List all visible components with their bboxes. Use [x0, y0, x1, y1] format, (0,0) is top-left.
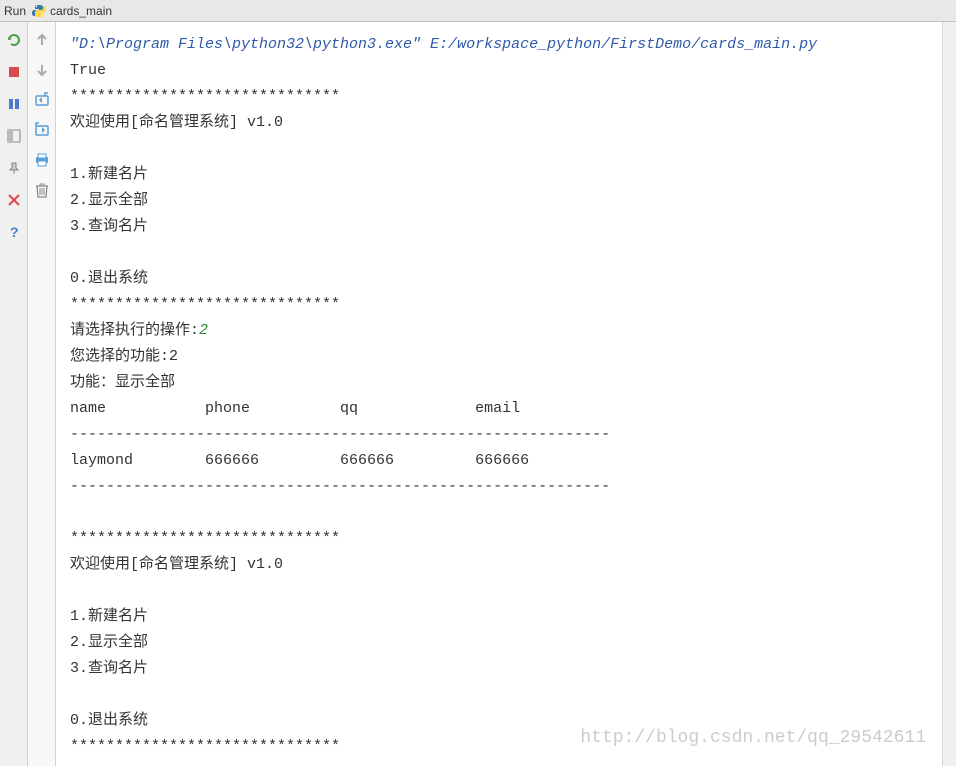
toolbar-right	[28, 22, 56, 766]
output-line: name phone qq email	[70, 400, 520, 417]
output-line: ----------------------------------------…	[70, 478, 610, 495]
console-output: "D:\Program Files\python32\python3.exe" …	[56, 22, 956, 766]
output-line: 您选择的功能:2	[70, 348, 178, 365]
output-line: 1.新建名片	[70, 166, 148, 183]
export-icon[interactable]	[32, 120, 52, 140]
help-button[interactable]: ?	[4, 222, 24, 242]
output-line: 2.显示全部	[70, 634, 148, 651]
run-label: Run	[4, 4, 26, 18]
output-line: 3.查询名片	[70, 660, 148, 677]
output-line: 0.退出系统	[70, 712, 148, 729]
script-name: cards_main	[50, 4, 112, 18]
toolbar-left: ?	[0, 22, 28, 766]
trash-icon[interactable]	[32, 180, 52, 200]
svg-text:?: ?	[10, 225, 19, 239]
command-line: "D:\Program Files\python32\python3.exe" …	[70, 36, 817, 53]
output-line: 欢迎使用[命名管理系统] v1.0	[70, 556, 283, 573]
pause-button[interactable]	[4, 94, 24, 114]
output-line: ----------------------------------------…	[70, 426, 610, 443]
output-line: laymond 666666 666666 666666	[70, 452, 529, 469]
user-input: 2	[199, 322, 208, 339]
output-line: ******************************	[70, 738, 340, 755]
output-line: 3.查询名片	[70, 218, 148, 235]
scrollbar[interactable]	[942, 22, 956, 766]
close-button[interactable]	[4, 190, 24, 210]
step-down-icon[interactable]	[32, 60, 52, 80]
output-line: 1.新建名片	[70, 608, 148, 625]
output-line: 0.退出系统	[70, 270, 148, 287]
output-line: ******************************	[70, 530, 340, 547]
main-area: ? "D:\Program Files\python32\python3.exe…	[0, 22, 956, 766]
output-line: True	[70, 62, 106, 79]
stop-button[interactable]	[4, 62, 24, 82]
restore-icon[interactable]	[32, 90, 52, 110]
output-line: 欢迎使用[命名管理系统] v1.0	[70, 114, 283, 131]
layout-button[interactable]	[4, 126, 24, 146]
titlebar: Run cards_main	[0, 0, 956, 22]
output-line: 请选择执行的操作:	[70, 322, 199, 339]
output-line: 2.显示全部	[70, 192, 148, 209]
step-up-icon[interactable]	[32, 30, 52, 50]
rerun-button[interactable]	[4, 30, 24, 50]
output-line: ******************************	[70, 296, 340, 313]
output-line: ******************************	[70, 88, 340, 105]
pin-button[interactable]	[4, 158, 24, 178]
print-icon[interactable]	[32, 150, 52, 170]
python-icon	[32, 4, 46, 18]
output-line: 功能：显示全部	[70, 374, 175, 391]
